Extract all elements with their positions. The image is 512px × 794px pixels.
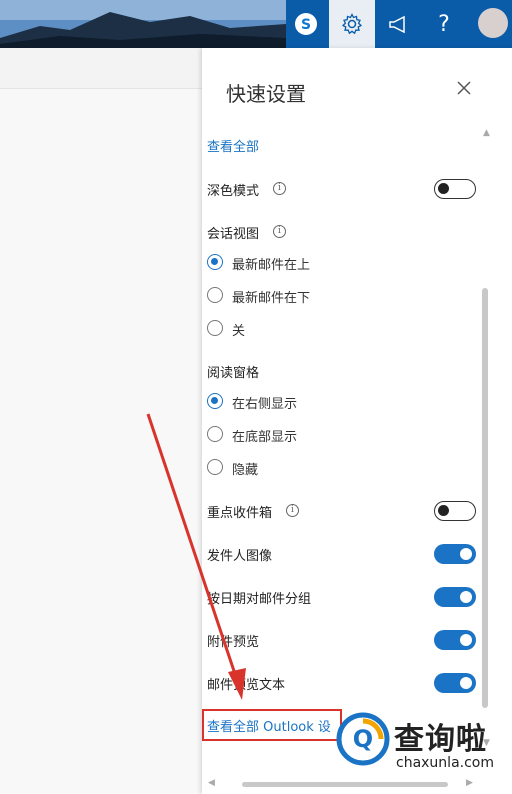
dark-mode-toggle[interactable] xyxy=(434,179,476,199)
top-bar: S ? xyxy=(0,0,512,48)
radio-label: 隐藏 xyxy=(232,463,259,478)
svg-text:Q: Q xyxy=(353,725,373,753)
mail-list-area xyxy=(0,89,202,794)
highlight-box xyxy=(202,709,342,741)
radio-label: 最新邮件在下 xyxy=(232,291,311,306)
radio-label: 在底部显示 xyxy=(232,430,298,445)
radio-label: 最新邮件在上 xyxy=(232,258,311,273)
view-all-link[interactable]: 查看全部 xyxy=(207,136,259,155)
radio-label: 关 xyxy=(232,324,246,339)
avatar[interactable] xyxy=(478,8,508,38)
radio-show-on-bottom[interactable] xyxy=(207,426,223,442)
sender-image-label: 发件人图像 xyxy=(207,549,273,564)
horizontal-scrollbar[interactable] xyxy=(242,782,448,787)
focused-inbox-label: 重点收件箱 xyxy=(207,506,273,521)
magnifier-logo-icon: Q xyxy=(336,712,390,766)
header-background-image xyxy=(0,0,286,48)
info-icon[interactable]: i xyxy=(273,182,286,195)
vertical-scrollbar[interactable] xyxy=(482,288,488,708)
group-by-date-toggle[interactable] xyxy=(434,587,476,607)
scroll-left-arrow[interactable]: ◀ xyxy=(208,778,215,788)
gear-icon xyxy=(341,13,363,35)
help-button[interactable]: ? xyxy=(421,0,467,48)
info-icon[interactable]: i xyxy=(286,504,299,517)
attachment-preview-toggle[interactable] xyxy=(434,630,476,650)
reading-pane-label: 阅读窗格 xyxy=(207,366,260,381)
radio-newest-on-bottom[interactable] xyxy=(207,287,223,303)
settings-button[interactable] xyxy=(329,0,375,48)
radio-newest-on-top[interactable] xyxy=(207,254,223,270)
sender-image-toggle[interactable] xyxy=(434,544,476,564)
panel-title: 快速设置 xyxy=(226,82,306,106)
skype-icon: S xyxy=(295,13,317,35)
radio-show-on-right[interactable] xyxy=(207,393,223,409)
group-by-date-label: 按日期对邮件分组 xyxy=(207,592,312,607)
radio-off[interactable] xyxy=(207,320,223,336)
whats-new-button[interactable] xyxy=(375,0,421,48)
focused-inbox-toggle[interactable] xyxy=(434,501,476,521)
watermark-url: chaxunla.com xyxy=(396,755,494,771)
mail-toolbar-area xyxy=(0,48,202,89)
megaphone-icon xyxy=(389,15,405,34)
quick-settings-panel: 快速设置 ▲ 查看全部 深色模式 i 会话视图 i 最新邮件在上 最新邮件在下 … xyxy=(202,48,512,794)
svg-text:S: S xyxy=(301,17,311,33)
watermark-logo: Q 查询啦 chaxunla.com xyxy=(336,710,506,776)
scroll-right-arrow[interactable]: ▶ xyxy=(466,778,473,788)
conversation-view-label: 会话视图 xyxy=(207,227,260,242)
scroll-up-arrow[interactable]: ▲ xyxy=(483,128,490,138)
message-preview-label: 邮件预览文本 xyxy=(207,678,286,693)
dark-mode-label: 深色模式 xyxy=(207,184,260,199)
radio-label: 在右侧显示 xyxy=(232,397,298,412)
radio-hide[interactable] xyxy=(207,459,223,475)
attachment-preview-label: 附件预览 xyxy=(207,635,260,650)
skype-button[interactable]: S xyxy=(283,0,329,48)
watermark-text: 查询啦 xyxy=(394,722,487,757)
message-preview-toggle[interactable] xyxy=(434,673,476,693)
close-icon[interactable] xyxy=(454,78,474,98)
info-icon[interactable]: i xyxy=(273,225,286,238)
help-icon: ? xyxy=(438,11,450,37)
